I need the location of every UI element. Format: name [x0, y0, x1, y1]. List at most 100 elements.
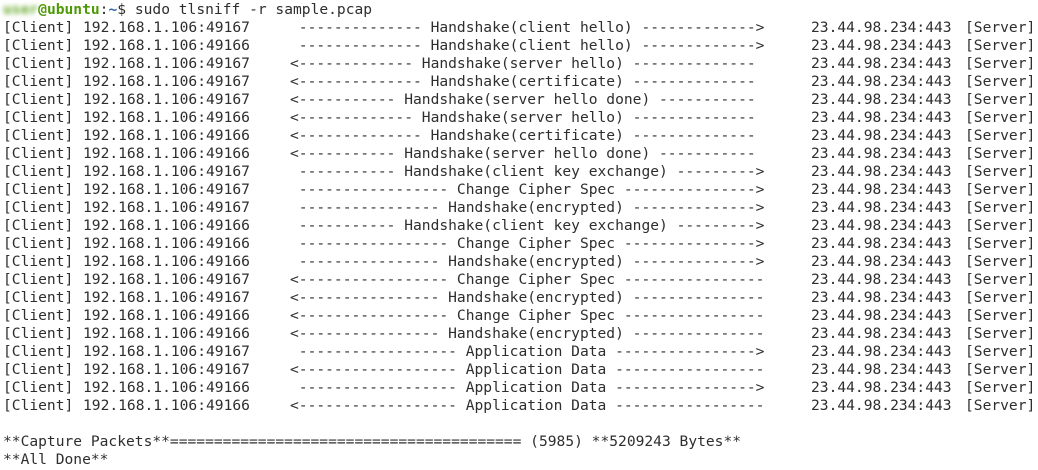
server-address: 23.44.98.234:443: [811, 19, 952, 36]
output-row: [Client] 192.168.1.106:49167 <------------…: [3, 55, 1038, 73]
server-address: 23.44.98.234:443: [811, 127, 952, 144]
client-address: 192.168.1.106:49166: [83, 37, 250, 54]
server-tag: [Server]: [965, 325, 1036, 342]
output-row: [Client] 192.168.1.106:49166 ------------…: [3, 235, 1038, 253]
prompt-symbol: $: [117, 1, 135, 18]
server-address: 23.44.98.234:443: [811, 271, 952, 288]
client-tag: [Client]: [3, 325, 74, 342]
output-row: [Client] 192.168.1.106:49167 <------------…: [3, 271, 1038, 289]
packet-flow: ------------------ Application Data ----…: [290, 379, 765, 396]
packet-flow: <------------------ Application Data ---…: [290, 361, 765, 378]
client-tag: [Client]: [3, 253, 74, 270]
server-address: 23.44.98.234:443: [811, 361, 952, 378]
server-address: 23.44.98.234:443: [811, 199, 952, 216]
packet-flow: <-------------- Handshake(certificate) -…: [290, 127, 756, 144]
server-address: 23.44.98.234:443: [811, 91, 952, 108]
server-tag: [Server]: [965, 307, 1036, 324]
client-address: 192.168.1.106:49166: [83, 217, 250, 234]
server-tag: [Server]: [965, 109, 1036, 126]
client-tag: [Client]: [3, 55, 74, 72]
client-tag: [Client]: [3, 19, 74, 36]
client-address: 192.168.1.106:49167: [83, 55, 250, 72]
server-address: 23.44.98.234:443: [811, 253, 952, 270]
server-tag: [Server]: [965, 343, 1036, 360]
client-tag: [Client]: [3, 91, 74, 108]
server-tag: [Server]: [965, 199, 1036, 216]
packet-flow: ---------------- Handshake(encrypted) --…: [290, 253, 765, 270]
server-tag: [Server]: [965, 37, 1036, 54]
done-line: **All Done**: [3, 451, 109, 468]
server-address: 23.44.98.234:443: [811, 73, 952, 90]
client-address: 192.168.1.106:49166: [83, 397, 250, 414]
server-address: 23.44.98.234:443: [811, 307, 952, 324]
packet-flow: <----------- Handshake(server hello done…: [290, 91, 756, 108]
client-address: 192.168.1.106:49167: [83, 163, 250, 180]
server-tag: [Server]: [965, 361, 1036, 378]
server-tag: [Server]: [965, 235, 1036, 252]
output-row: [Client] 192.168.1.106:49166 <----------- …: [3, 145, 1038, 163]
client-tag: [Client]: [3, 37, 74, 54]
client-tag: [Client]: [3, 343, 74, 360]
server-address: 23.44.98.234:443: [811, 37, 952, 54]
client-tag: [Client]: [3, 397, 74, 414]
client-tag: [Client]: [3, 379, 74, 396]
client-tag: [Client]: [3, 271, 74, 288]
output-row: [Client] 192.168.1.106:49167 <----------- …: [3, 91, 1038, 109]
server-address: 23.44.98.234:443: [811, 217, 952, 234]
server-tag: [Server]: [965, 91, 1036, 108]
packet-flow: -------------- Handshake(client hello) -…: [290, 19, 765, 36]
output-row: [Client] 192.168.1.106:49166 <------------…: [3, 307, 1038, 325]
server-tag: [Server]: [965, 379, 1036, 396]
client-address: 192.168.1.106:49166: [83, 109, 250, 126]
packet-flow: ----------- Handshake(client key exchang…: [290, 217, 765, 234]
server-address: 23.44.98.234:443: [811, 289, 952, 306]
capture-summary-line: **Capture Packets**=====================…: [3, 433, 742, 450]
prompt-username: user: [3, 1, 39, 18]
packet-flow: ----------------- Change Cipher Spec ---…: [290, 181, 765, 198]
server-address: 23.44.98.234:443: [811, 343, 952, 360]
output-row: [Client] 192.168.1.106:49166 <------------…: [3, 127, 1038, 145]
output-row: [Client] 192.168.1.106:49167 ----------- …: [3, 163, 1038, 181]
server-tag: [Server]: [965, 253, 1036, 270]
client-address: 192.168.1.106:49166: [83, 379, 250, 396]
output-row: [Client] 192.168.1.106:49166 ------------…: [3, 253, 1038, 271]
output-row: [Client] 192.168.1.106:49167 <------------…: [3, 361, 1038, 379]
client-address: 192.168.1.106:49166: [83, 235, 250, 252]
prompt-at-sign: @: [38, 1, 47, 18]
packet-flow: <---------------- Handshake(encrypted) -…: [290, 289, 765, 306]
command-text: sudo tlsniff -r sample.pcap: [134, 1, 373, 18]
server-tag: [Server]: [965, 19, 1036, 36]
client-address: 192.168.1.106:49167: [83, 289, 250, 306]
client-address: 192.168.1.106:49166: [83, 325, 250, 342]
packet-flow: <-------------- Handshake(certificate) -…: [290, 73, 756, 90]
client-tag: [Client]: [3, 145, 74, 162]
output-row: [Client] 192.168.1.106:49166 ----------- …: [3, 217, 1038, 235]
terminal-window[interactable]: user @ ubuntu: ~ $ sudo tlsniff -r sample.pc…: [0, 0, 1038, 470]
packet-flow: <----------------- Change Cipher Spec --…: [290, 307, 765, 324]
prompt-hostname: ubuntu: [46, 1, 100, 18]
server-tag: [Server]: [965, 127, 1036, 144]
output-row: [Client] 192.168.1.106:49166 <------------…: [3, 325, 1038, 343]
server-tag: [Server]: [965, 271, 1036, 288]
server-address: 23.44.98.234:443: [811, 325, 952, 342]
packet-flow: <----------------- Change Cipher Spec --…: [290, 271, 765, 288]
client-address: 192.168.1.106:49167: [83, 181, 250, 198]
client-tag: [Client]: [3, 127, 74, 144]
prompt-separator: :: [99, 1, 109, 18]
output-row: [Client] 192.168.1.106:49166 ------------…: [3, 37, 1038, 55]
server-tag: [Server]: [965, 397, 1036, 414]
server-address: 23.44.98.234:443: [811, 235, 952, 252]
client-tag: [Client]: [3, 235, 74, 252]
client-address: 192.168.1.106:49166: [83, 253, 250, 270]
server-tag: [Server]: [965, 55, 1036, 72]
output-row: [Client] 192.168.1.106:49166 ------------…: [3, 379, 1038, 397]
output-rows: [Client] 192.168.1.106:49167 ------------…: [3, 19, 1038, 415]
client-tag: [Client]: [3, 163, 74, 180]
client-address: 192.168.1.106:49167: [83, 91, 250, 108]
output-row: [Client] 192.168.1.106:49167 ------------…: [3, 199, 1038, 217]
client-tag: [Client]: [3, 199, 74, 216]
client-tag: [Client]: [3, 109, 74, 126]
client-tag: [Client]: [3, 181, 74, 198]
client-address: 192.168.1.106:49167: [83, 343, 250, 360]
server-address: 23.44.98.234:443: [811, 379, 952, 396]
